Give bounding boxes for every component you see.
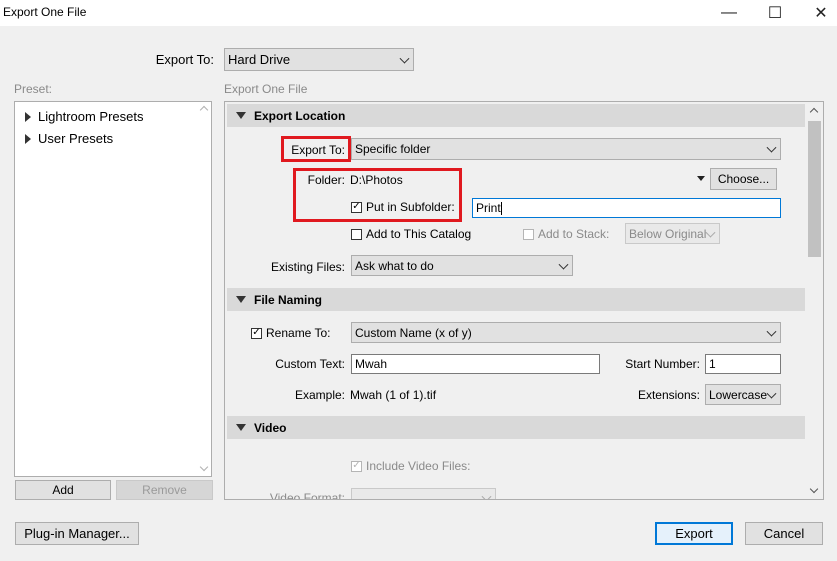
start-number-label: Start Number: bbox=[625, 357, 700, 371]
example-label: Example: bbox=[294, 388, 345, 402]
put-in-subfolder-label: Put in Subfolder: bbox=[366, 200, 455, 214]
expand-arrow-icon[interactable] bbox=[25, 111, 31, 122]
preset-item-user[interactable]: User Presets bbox=[25, 131, 113, 146]
section-video[interactable]: Video bbox=[227, 416, 805, 439]
video-format-select[interactable] bbox=[351, 488, 496, 499]
minimize-icon: — bbox=[721, 4, 737, 21]
rename-to-label: Rename To: bbox=[266, 326, 331, 340]
chevron-down-icon bbox=[558, 259, 569, 270]
section-export-location[interactable]: Export Location bbox=[227, 104, 805, 127]
preset-item-label: Lightroom Presets bbox=[38, 109, 144, 124]
chevron-down-icon bbox=[766, 388, 777, 399]
put-in-subfolder-checkbox[interactable]: ✓ Put in Subfolder: bbox=[351, 200, 455, 214]
add-to-stack-label: Add to Stack: bbox=[538, 227, 610, 241]
preset-list[interactable]: Lightroom Presets User Presets bbox=[14, 101, 212, 477]
checkbox-box[interactable] bbox=[523, 228, 534, 240]
add-to-catalog-label: Add to This Catalog bbox=[366, 227, 472, 241]
chevron-down-icon bbox=[766, 142, 777, 153]
start-number-input[interactable]: 1 bbox=[705, 354, 781, 374]
close-icon: ✕ bbox=[814, 5, 828, 22]
rename-template-select[interactable]: Custom Name (x of y) bbox=[351, 322, 781, 343]
existing-files-value: Ask what to do bbox=[355, 258, 434, 273]
expand-arrow-icon[interactable] bbox=[25, 133, 31, 144]
section-title: Video bbox=[254, 420, 287, 435]
existing-files-select[interactable]: Ask what to do bbox=[351, 255, 573, 276]
video-format-label: Video Format: bbox=[269, 491, 345, 499]
stack-position-value: Below Original bbox=[629, 226, 707, 241]
checkbox-box[interactable] bbox=[351, 228, 362, 240]
add-to-catalog-checkbox[interactable]: Add to This Catalog bbox=[351, 227, 471, 241]
scroll-down-icon[interactable] bbox=[199, 462, 209, 472]
add-to-stack-checkbox[interactable]: Add to Stack: bbox=[523, 227, 609, 241]
collapse-arrow-icon bbox=[236, 424, 246, 431]
extensions-select[interactable]: Lowercase bbox=[705, 384, 781, 405]
video-format-row: Video Format: bbox=[226, 486, 804, 499]
remove-preset-button[interactable]: Remove bbox=[116, 480, 213, 500]
section-file-naming[interactable]: File Naming bbox=[227, 288, 805, 311]
maximize-icon: ☐ bbox=[767, 5, 783, 22]
maximize-button[interactable]: ☐ bbox=[752, 0, 798, 26]
collapse-arrow-icon bbox=[236, 296, 246, 303]
chevron-down-icon bbox=[705, 227, 716, 238]
custom-text-value: Mwah bbox=[355, 357, 388, 371]
collapse-arrow-icon bbox=[236, 112, 246, 119]
custom-text-input[interactable]: Mwah bbox=[351, 354, 600, 374]
include-video-checkbox[interactable]: ✓ Include Video Files: bbox=[351, 459, 471, 473]
checkmark-icon[interactable]: ✓ bbox=[251, 327, 262, 339]
chevron-down-icon bbox=[399, 53, 410, 64]
folder-path: D:\Photos bbox=[350, 173, 403, 187]
folder-label: Folder: bbox=[307, 173, 345, 187]
extensions-label: Extensions: bbox=[637, 388, 700, 402]
panel-label: Export One File bbox=[224, 82, 308, 96]
checkmark-icon[interactable]: ✓ bbox=[351, 201, 362, 213]
preset-item-lightroom[interactable]: Lightroom Presets bbox=[25, 109, 144, 124]
section-title: File Naming bbox=[254, 292, 323, 307]
export-to-select[interactable]: Hard Drive bbox=[224, 48, 414, 71]
window-title: Export One File bbox=[3, 5, 87, 19]
scrollbar-thumb[interactable] bbox=[808, 121, 821, 257]
close-button[interactable]: ✕ bbox=[798, 0, 837, 26]
plugin-manager-button[interactable]: Plug-in Manager... bbox=[15, 522, 139, 545]
extensions-value: Lowercase bbox=[709, 387, 768, 402]
export-location-value: Specific folder bbox=[355, 142, 431, 156]
add-preset-button[interactable]: Add bbox=[15, 480, 111, 500]
start-number-value: 1 bbox=[709, 357, 716, 371]
rename-template-value: Custom Name (x of y) bbox=[355, 325, 472, 340]
minimize-button[interactable]: — bbox=[706, 0, 752, 26]
chevron-down-icon bbox=[766, 326, 777, 337]
export-location-select[interactable]: Specific folder bbox=[351, 138, 781, 160]
export-to-label: Export To: bbox=[155, 52, 214, 67]
export-button[interactable]: Export bbox=[655, 522, 733, 545]
include-video-label: Include Video Files: bbox=[366, 459, 471, 473]
choose-folder-button[interactable]: Choose... bbox=[710, 168, 777, 190]
stack-position-select[interactable]: Below Original bbox=[625, 223, 720, 244]
folder-history-dropdown-icon[interactable] bbox=[697, 176, 705, 181]
example-value: Mwah (1 of 1).tif bbox=[350, 388, 437, 402]
preset-label: Preset: bbox=[14, 82, 53, 96]
custom-text-label: Custom Text: bbox=[275, 357, 345, 371]
text-cursor bbox=[500, 201, 502, 215]
scroll-up-icon[interactable] bbox=[199, 105, 209, 115]
subfolder-value: Print bbox=[476, 201, 501, 215]
preset-item-label: User Presets bbox=[38, 131, 114, 146]
checkmark-icon[interactable]: ✓ bbox=[351, 460, 362, 472]
section-title: Export Location bbox=[254, 108, 346, 123]
rename-to-checkbox[interactable]: ✓ Rename To: bbox=[251, 326, 330, 340]
cancel-button[interactable]: Cancel bbox=[745, 522, 823, 545]
existing-files-label: Existing Files: bbox=[270, 260, 345, 274]
chevron-down-icon bbox=[481, 491, 492, 499]
subfolder-input[interactable]: Print bbox=[472, 198, 781, 218]
export-to-value: Hard Drive bbox=[228, 52, 291, 67]
export-location-label: Export To: bbox=[291, 143, 345, 157]
